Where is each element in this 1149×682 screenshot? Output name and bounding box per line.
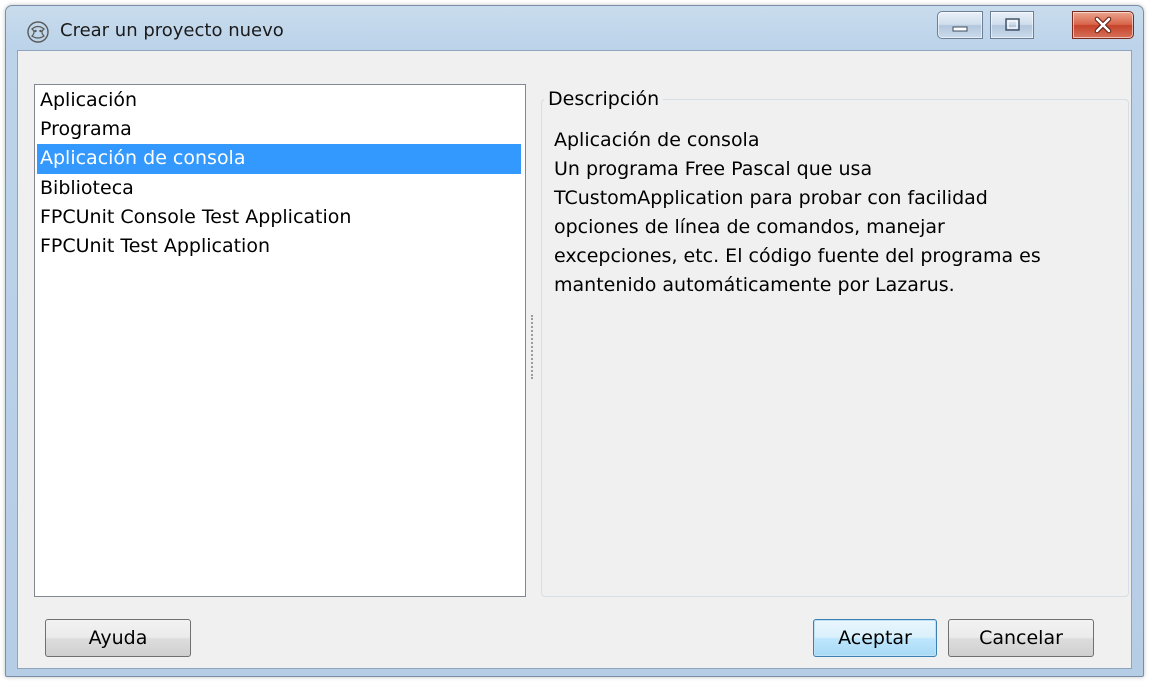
list-item-fpcunit-console-test-application[interactable]: FPCUnit Console Test Application (37, 203, 521, 233)
project-type-list[interactable]: Aplicación Programa Aplicación de consol… (34, 84, 526, 597)
minimize-icon (952, 26, 968, 32)
maximize-button[interactable] (990, 11, 1034, 39)
window-title: Crear un proyecto nuevo (60, 20, 284, 41)
description-line: Un programa Free Pascal que usa (554, 158, 873, 180)
description-line: opciones de línea de comandos, manejar (554, 216, 945, 238)
list-item-biblioteca[interactable]: Biblioteca (37, 174, 521, 204)
list-item-aplicacion-de-consola[interactable]: Aplicación de consola (37, 144, 521, 174)
dialog-client-area: Aplicación Programa Aplicación de consol… (17, 50, 1132, 669)
splitter-handle[interactable] (531, 315, 535, 379)
maximize-icon (1005, 18, 1020, 31)
help-button[interactable]: Ayuda (45, 619, 191, 657)
list-item-programa[interactable]: Programa (37, 115, 521, 145)
minimize-button[interactable] (937, 11, 983, 39)
title-bar[interactable]: Crear un proyecto nuevo (6, 6, 1143, 50)
description-line: TCustomApplication para probar con facil… (554, 187, 988, 209)
close-icon (1094, 16, 1112, 34)
description-text: Aplicación de consola Un programa Free P… (554, 126, 1114, 300)
description-line: excepciones, etc. El código fuente del p… (554, 245, 1041, 267)
description-legend: Descripción (544, 86, 664, 112)
new-project-dialog: Crear un proyecto nuevo Aplicación Progr… (5, 5, 1144, 677)
list-item-fpcunit-test-application[interactable]: FPCUnit Test Application (37, 232, 521, 262)
lazarus-icon (27, 21, 49, 43)
description-line: mantenido automáticamente por Lazarus. (554, 274, 955, 296)
close-button[interactable] (1072, 11, 1134, 39)
list-item-aplicacion[interactable]: Aplicación (37, 86, 521, 116)
description-line: Aplicación de consola (554, 129, 760, 151)
ok-button[interactable]: Aceptar (813, 619, 937, 657)
cancel-button[interactable]: Cancelar (948, 619, 1094, 657)
